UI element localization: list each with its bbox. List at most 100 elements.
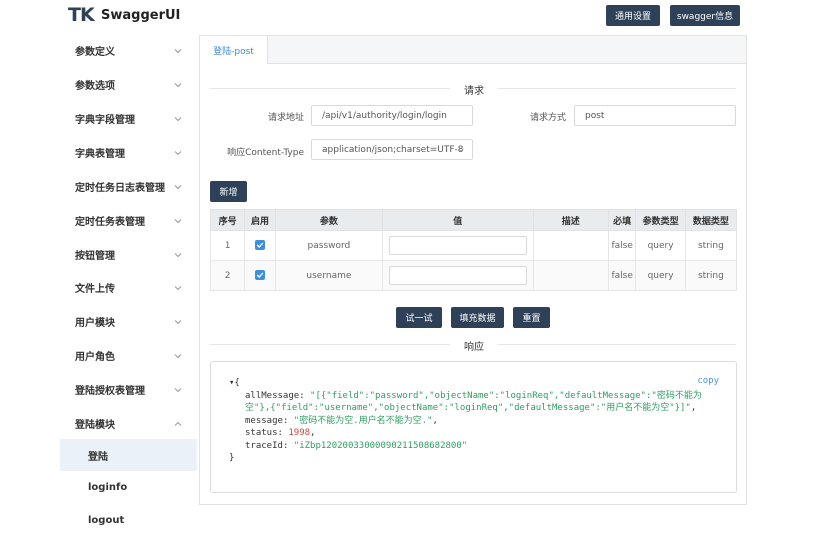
sidebar-item-file-upload[interactable]: 文件上传 bbox=[60, 271, 197, 305]
chevron-down-icon bbox=[174, 388, 182, 393]
all-message-value: "[{"field":"password","objectName":"logi… bbox=[245, 390, 702, 414]
sidebar-item-label: 用户模块 bbox=[75, 318, 115, 330]
sidebar-subitem-logout[interactable]: logout bbox=[60, 504, 197, 536]
param-required: false bbox=[607, 260, 637, 291]
request-section-title: 请求 bbox=[464, 86, 484, 97]
chevron-down-icon bbox=[458, 148, 464, 152]
column-header: 参数类型 bbox=[635, 209, 686, 231]
url-label: 请求地址 bbox=[267, 113, 304, 123]
check-icon bbox=[256, 272, 264, 279]
sidebar-item-label: 登陆授权表管理 bbox=[75, 386, 145, 398]
sidebar-item-user-module[interactable]: 用户模块 bbox=[60, 305, 197, 339]
column-header: 值 bbox=[381, 209, 534, 231]
sidebar-item-label: 用户角色 bbox=[75, 352, 115, 364]
column-header: 描述 bbox=[532, 209, 609, 231]
section-divider bbox=[498, 344, 736, 345]
content-type-label: 响应Content-Type bbox=[227, 148, 304, 158]
sidebar-subitem-label: logout bbox=[88, 514, 125, 526]
chevron-down-icon bbox=[174, 253, 182, 258]
reset-button[interactable]: 重置 bbox=[513, 307, 550, 328]
sidebar-item-login-auth[interactable]: 登陆授权表管理 bbox=[60, 373, 197, 407]
sidebar-item-job-log[interactable]: 定时任务日志表管理 bbox=[60, 170, 197, 204]
message-value: "密码不能为空.用户名不能为空." bbox=[293, 415, 433, 426]
response-json: ▾{ allMessage: "[{"field":"password","ob… bbox=[229, 378, 702, 463]
sidebar-item-dict-table[interactable]: 字典表管理 bbox=[60, 136, 197, 170]
sidebar-item-label: 文件上传 bbox=[75, 284, 115, 296]
sidebar-item-button-manage[interactable]: 按钮管理 bbox=[60, 238, 197, 272]
table-row: 1 password false query string bbox=[209, 230, 738, 261]
check-icon bbox=[256, 242, 264, 249]
chevron-down-icon bbox=[174, 49, 182, 54]
param-type: query bbox=[635, 230, 686, 261]
table-header-row: 序号 启用 参数 值 描述 必填 参数类型 数据类型 bbox=[209, 209, 738, 231]
param-name: password bbox=[274, 230, 383, 261]
try-button[interactable]: 试一试 bbox=[396, 307, 442, 328]
tab-login-post[interactable]: 登陆-post bbox=[200, 36, 268, 64]
add-param-button[interactable]: 新增 bbox=[210, 181, 247, 202]
sidebar-item-user-role[interactable]: 用户角色 bbox=[60, 339, 197, 373]
tab-bar: 登陆-post bbox=[200, 36, 746, 64]
chevron-down-icon bbox=[174, 320, 182, 325]
chevron-down-icon bbox=[174, 83, 182, 88]
sidebar-subitem-label: loginfo bbox=[88, 481, 128, 493]
data-type: string bbox=[684, 230, 738, 261]
param-type: query bbox=[635, 260, 686, 291]
chevron-down-icon bbox=[174, 219, 182, 224]
row-index: 1 bbox=[209, 230, 246, 261]
table-row: 2 username false query string bbox=[209, 260, 738, 291]
param-name: username bbox=[274, 260, 383, 291]
swagger-info-button[interactable]: swagger信息 bbox=[670, 5, 740, 26]
sidebar-item-login-module[interactable]: 登陆模块 bbox=[60, 407, 197, 441]
sidebar-item-label: 参数选项 bbox=[75, 81, 115, 93]
param-value-input[interactable] bbox=[388, 236, 527, 255]
section-divider bbox=[210, 88, 450, 89]
section-divider bbox=[210, 344, 450, 345]
sidebar-item-label: 登陆模块 bbox=[75, 420, 115, 432]
fill-data-button[interactable]: 填充数据 bbox=[451, 307, 504, 328]
sidebar-item-label: 字典表管理 bbox=[75, 149, 125, 161]
column-header: 必填 bbox=[607, 209, 637, 231]
content-type-select[interactable]: application/json;charset=UTF-8 bbox=[311, 139, 473, 160]
param-required: false bbox=[607, 230, 637, 261]
column-header: 启用 bbox=[244, 209, 276, 231]
chevron-down-icon bbox=[174, 354, 182, 359]
sidebar-item-job-table[interactable]: 定时任务表管理 bbox=[60, 204, 197, 238]
general-settings-button[interactable]: 通用设置 bbox=[606, 5, 660, 26]
method-label: 请求方式 bbox=[529, 113, 566, 123]
method-input[interactable]: post bbox=[574, 105, 736, 126]
status-value: 1998 bbox=[288, 428, 311, 438]
column-header: 数据类型 bbox=[684, 209, 738, 231]
enable-checkbox[interactable] bbox=[255, 240, 266, 251]
section-divider bbox=[498, 88, 736, 89]
chevron-down-icon bbox=[174, 151, 182, 156]
sidebar-item-label: 按钮管理 bbox=[75, 251, 115, 263]
url-input[interactable]: /api/v1/authority/login/login bbox=[311, 105, 473, 126]
sidebar-subitem-label: 登陆 bbox=[88, 451, 108, 463]
param-value-input[interactable] bbox=[388, 266, 527, 285]
params-table: 序号 启用 参数 值 描述 必填 参数类型 数据类型 1 password fa… bbox=[209, 209, 738, 291]
column-header: 参数 bbox=[274, 209, 383, 231]
param-description bbox=[532, 260, 609, 291]
app-logo: TK bbox=[68, 4, 95, 26]
chevron-down-icon bbox=[174, 286, 182, 291]
sidebar-item-param-definition[interactable]: 参数定义 bbox=[60, 34, 197, 68]
column-header: 序号 bbox=[209, 209, 246, 231]
enable-checkbox[interactable] bbox=[255, 270, 266, 281]
sidebar-nav: 参数定义 参数选项 字典字段管理 字典表管理 定时任务日志表管理 定时任务表管理… bbox=[60, 34, 197, 543]
data-type: string bbox=[684, 260, 738, 291]
api-panel: 登陆-post 请求 请求地址 /api/v1/authority/login/… bbox=[199, 35, 747, 505]
top-header: TK SwaggerUI 通用设置 swagger信息 bbox=[0, 0, 838, 34]
sidebar-item-label: 定时任务日志表管理 bbox=[75, 183, 165, 195]
sidebar-subitem-loginfo[interactable]: loginfo bbox=[60, 471, 197, 503]
sidebar-item-label: 参数定义 bbox=[75, 47, 115, 59]
sidebar-item-dict-field[interactable]: 字典字段管理 bbox=[60, 102, 197, 136]
sidebar-item-param-options[interactable]: 参数选项 bbox=[60, 68, 197, 102]
app-title: SwaggerUI bbox=[101, 8, 181, 23]
response-body: copy ▾{ allMessage: "[{"field":"password… bbox=[210, 361, 737, 493]
param-description bbox=[532, 230, 609, 261]
sidebar-item-label: 字典字段管理 bbox=[75, 115, 135, 127]
response-section-title: 响应 bbox=[464, 342, 484, 353]
sidebar-subitem-login[interactable]: 登陆 bbox=[60, 439, 197, 471]
chevron-up-icon bbox=[174, 421, 182, 426]
sidebar-item-label: 定时任务表管理 bbox=[75, 217, 145, 229]
